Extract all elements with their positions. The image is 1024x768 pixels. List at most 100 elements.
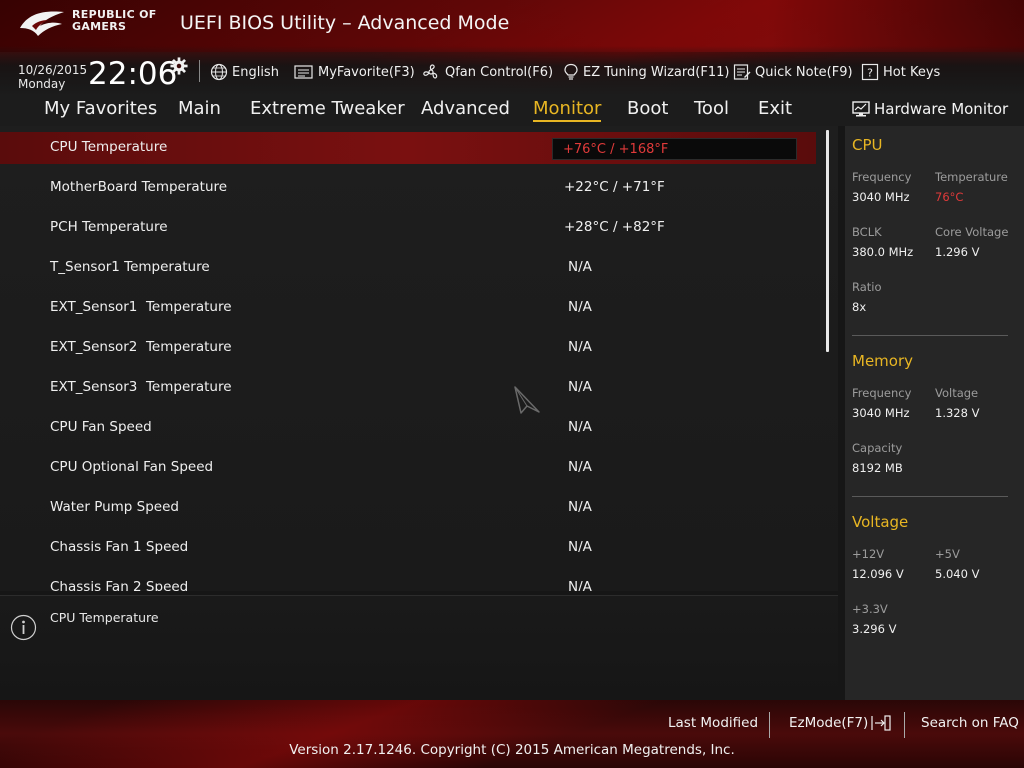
bclk-value: 380.0 MHz [852, 245, 914, 259]
search-faq-label: Search on FAQ [921, 715, 1019, 731]
list-item-ext-sensor2-temperature[interactable]: EXT_Sensor2 Temperature N/A [0, 332, 816, 364]
language-label: English [232, 64, 279, 80]
v12-label: +12V [852, 547, 885, 561]
item-label: CPU Temperature [50, 139, 168, 155]
hw-divider [852, 496, 1008, 497]
tab-monitor[interactable]: Monitor [533, 98, 602, 122]
globe-icon [210, 63, 228, 81]
language-button[interactable]: English [210, 62, 279, 82]
core-voltage-value: 1.296 V [935, 245, 980, 259]
rog-brand-text: REPUBLIC OF GAMERS [72, 9, 157, 33]
exit-arrow-icon [871, 715, 891, 731]
lightbulb-icon [564, 63, 578, 80]
item-label: EXT_Sensor3 Temperature [50, 379, 232, 395]
ez-tuning-label: EZ Tuning Wizard(F11) [583, 64, 730, 80]
quick-note-button[interactable]: Quick Note(F9) [733, 62, 853, 82]
list-item-cpu-optional-fan-speed[interactable]: CPU Optional Fan Speed N/A [0, 452, 816, 484]
v12-value: 12.096 V [852, 567, 904, 581]
item-value: N/A [568, 419, 592, 435]
qfan-control-button[interactable]: Qfan Control(F6) [421, 62, 553, 82]
item-value: N/A [568, 539, 592, 555]
item-label: Chassis Fan 1 Speed [50, 539, 189, 555]
item-value: +28°C / +82°F [564, 219, 665, 235]
hw-divider [852, 335, 1008, 336]
copyright-text: Version 2.17.1246. Copyright (C) 2015 Am… [289, 742, 735, 758]
ratio-value: 8x [852, 300, 867, 314]
tab-main[interactable]: Main [178, 98, 221, 119]
list-item-ext-sensor3-temperature[interactable]: EXT_Sensor3 Temperature N/A [0, 372, 816, 404]
core-voltage-label: Core Voltage [935, 225, 1009, 239]
item-label: CPU Optional Fan Speed [50, 459, 214, 475]
cpu-section-heading: CPU [852, 136, 883, 154]
monitor-item-list: CPU Temperature +76°C / +168°F MotherBoa… [0, 126, 838, 591]
monitor-screen-icon [852, 101, 870, 117]
item-value: N/A [568, 339, 592, 355]
item-label: PCH Temperature [50, 219, 168, 235]
tab-tool[interactable]: Tool [694, 98, 729, 119]
item-value: +22°C / +71°F [564, 179, 665, 195]
memory-capacity-label: Capacity [852, 441, 903, 455]
voltage-section-heading: Voltage [852, 513, 909, 531]
tab-advanced[interactable]: Advanced [421, 98, 510, 119]
clock: 22:06 [88, 56, 178, 92]
ezmode-button[interactable]: EzMode(F7) [789, 715, 891, 731]
last-modified-button[interactable]: Last Modified [668, 715, 758, 731]
ezmode-label: EzMode(F7) [789, 715, 869, 731]
cpu-frequency-label: Frequency [852, 170, 912, 184]
hardware-monitor-title: Hardware Monitor [852, 100, 1008, 118]
list-item-t-sensor1-temperature[interactable]: T_Sensor1 Temperature N/A [0, 252, 816, 284]
weekday-text: Monday [18, 77, 66, 91]
mouse-cursor-icon [514, 386, 540, 414]
list-scrollbar[interactable] [826, 130, 829, 352]
list-item-ext-sensor1-temperature[interactable]: EXT_Sensor1 Temperature N/A [0, 292, 816, 324]
v5-label: +5V [935, 547, 960, 561]
ez-tuning-wizard-button[interactable]: EZ Tuning Wizard(F11) [563, 62, 729, 82]
item-value: N/A [568, 579, 592, 591]
bclk-label: BCLK [852, 225, 882, 239]
hot-keys-label: Hot Keys [883, 64, 941, 80]
hardware-monitor-label: Hardware Monitor [874, 100, 1009, 118]
list-item-pch-temperature[interactable]: PCH Temperature +28°C / +82°F [0, 212, 816, 244]
list-item-water-pump-speed[interactable]: Water Pump Speed N/A [0, 492, 816, 524]
list-item-cpu-fan-speed[interactable]: CPU Fan Speed N/A [0, 412, 816, 444]
fan-icon [423, 64, 438, 79]
ratio-label: Ratio [852, 280, 882, 294]
tab-exit[interactable]: Exit [758, 98, 792, 119]
item-label: Chassis Fan 2 Speed [50, 579, 189, 591]
list-item-motherboard-temperature[interactable]: MotherBoard Temperature +22°C / +71°F [0, 172, 816, 204]
search-faq-button[interactable]: Search on FAQ [921, 715, 1019, 731]
item-label: CPU Fan Speed [50, 419, 152, 435]
item-value: N/A [568, 299, 592, 315]
item-value: +76°C / +168°F [563, 142, 669, 157]
list-item-chassis-fan-1-speed[interactable]: Chassis Fan 1 Speed N/A [0, 532, 816, 564]
memory-capacity-value: 8192 MB [852, 461, 903, 475]
tab-extreme-tweaker[interactable]: Extreme Tweaker [250, 98, 405, 119]
item-label: EXT_Sensor1 Temperature [50, 299, 232, 315]
memory-voltage-value: 1.328 V [935, 406, 980, 420]
v5-value: 5.040 V [935, 567, 980, 581]
rog-logo-icon [20, 11, 64, 36]
item-value: N/A [568, 259, 592, 275]
toolbar-separator [199, 60, 200, 82]
item-value: N/A [568, 499, 592, 515]
qfan-label: Qfan Control(F6) [445, 64, 554, 80]
memory-section-heading: Memory [852, 352, 914, 370]
tab-my-favorites[interactable]: My Favorites [44, 98, 157, 119]
memory-frequency-value: 3040 MHz [852, 406, 910, 420]
list-item-cpu-temperature[interactable]: CPU Temperature +76°C / +168°F [0, 132, 816, 164]
myfavorite-button[interactable]: MyFavorite(F3) [294, 62, 415, 82]
cpu-temperature-value: 76°C [935, 190, 964, 204]
list-item-chassis-fan-2-speed[interactable]: Chassis Fan 2 Speed N/A [0, 572, 816, 591]
footer-separator [904, 712, 905, 738]
hot-keys-button[interactable]: ? Hot Keys [861, 62, 940, 82]
memory-voltage-label: Voltage [935, 386, 979, 400]
v33-value: 3.296 V [852, 622, 897, 636]
brand-line-2: GAMERS [72, 20, 127, 33]
cpu-frequency-value: 3040 MHz [852, 190, 910, 204]
item-value: N/A [568, 379, 592, 395]
help-question-icon: ? [861, 63, 879, 81]
gear-icon[interactable] [170, 57, 188, 75]
date-text: 10/26/2015 [18, 63, 88, 77]
tab-boot[interactable]: Boot [627, 98, 668, 119]
footer-separator [769, 712, 770, 738]
